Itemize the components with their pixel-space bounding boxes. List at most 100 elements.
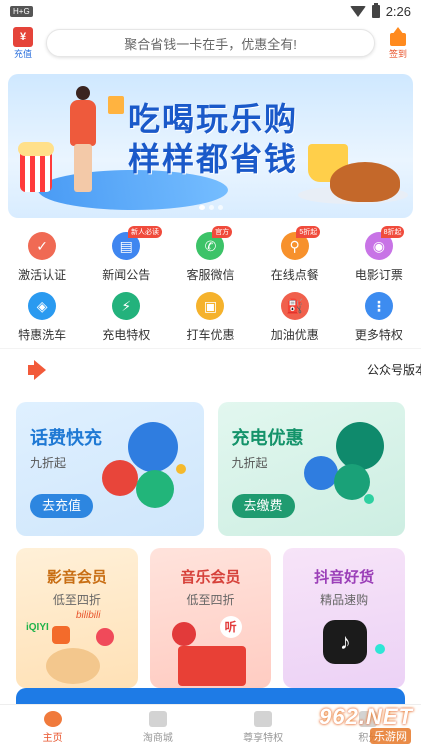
recharge-now-button[interactable]: 去充值 bbox=[30, 494, 94, 518]
mango-tv-icon bbox=[52, 626, 70, 644]
crown-icon bbox=[388, 26, 408, 47]
grid-item-label: 特惠洗车 bbox=[18, 328, 67, 342]
watermark-sub: 乐游网 bbox=[370, 728, 411, 744]
grid-item-label: 激活认证 bbox=[18, 268, 67, 282]
card-subtitle: 低至四折 bbox=[52, 593, 101, 607]
music-membership-card[interactable]: 音乐会员 低至四折 听 bbox=[149, 548, 272, 688]
kugou-icon: 听 bbox=[219, 616, 242, 638]
phone-recharge-card[interactable]: 话费快充 九折起 去充值 bbox=[16, 402, 204, 536]
video-membership-card[interactable]: 影音会员 低至四折 iQIYI bilibili bbox=[16, 548, 138, 688]
tab-label: 淘商城 bbox=[142, 733, 173, 744]
status-bar: H+G 2:26 bbox=[0, 0, 421, 22]
grid-item-label: 更多特权 bbox=[354, 328, 403, 342]
search-bar[interactable]: 聚合省钱一卡在手，优惠全有! bbox=[46, 29, 375, 57]
header: ¥ 充值 聚合省钱一卡在手，优惠全有! 签到 bbox=[0, 22, 421, 64]
roast-chicken-image bbox=[330, 162, 400, 202]
bilibili-logo-icon: bilibili bbox=[76, 610, 101, 621]
battery-icon bbox=[371, 2, 380, 18]
small-promo-cards: 影音会员 低至四折 iQIYI bilibili 音乐会员 低至四折 听 抖音好… bbox=[0, 536, 421, 688]
promo-banner[interactable]: 吃喝玩乐购 样样都省钱 bbox=[8, 74, 413, 218]
shop-icon bbox=[148, 711, 167, 727]
recharge-button[interactable]: ¥ 充值 bbox=[8, 26, 38, 60]
banner-person-image bbox=[66, 86, 98, 196]
shopping-bag-icon bbox=[108, 96, 124, 114]
grid-item-fuel[interactable]: ⛽ 加油优惠 bbox=[253, 288, 337, 348]
service-grid: ✓ 激活认证 ▤ 新闻公告 新人必读 ✆ 客服微信 官方 ⚲ 在线点餐 5折起 ◉ 电影订票 8折起 ◈ 特惠… bbox=[0, 226, 421, 348]
grid-item-badge: 官方 bbox=[212, 226, 233, 238]
decor-dot bbox=[176, 464, 186, 474]
douyin-logo-icon: ♪ bbox=[323, 620, 368, 664]
watermark-number: 962.NET bbox=[319, 704, 413, 729]
grid-logo-icon bbox=[333, 464, 370, 500]
gift-box-image bbox=[177, 646, 246, 686]
status-indicator: H+G bbox=[10, 5, 33, 17]
grid-item-badge: 8折起 bbox=[380, 226, 405, 238]
power-logo-icon bbox=[303, 456, 338, 490]
charging-icon: ⚡ bbox=[112, 292, 141, 320]
mobile-logo-icon bbox=[136, 470, 174, 508]
grid-item-fork-knife[interactable]: ⚲ 在线点餐 5折起 bbox=[253, 226, 337, 288]
card-title: 音乐会员 bbox=[180, 569, 241, 586]
grid-item-label: 电影订票 bbox=[354, 268, 403, 282]
film-reel-icon bbox=[46, 648, 100, 684]
grid-item-film[interactable]: ◉ 电影订票 8折起 bbox=[337, 226, 421, 288]
popcorn-icon bbox=[18, 142, 54, 192]
card-title: 影音会员 bbox=[46, 569, 107, 586]
grid-item-label: 加油优惠 bbox=[270, 328, 319, 342]
card-subtitle: 低至四折 bbox=[186, 593, 235, 607]
status-time: 2:26 bbox=[385, 3, 411, 19]
state-grid-logo-icon bbox=[335, 422, 384, 470]
charging-discount-card[interactable]: 充电优惠 九折起 去缴费 bbox=[217, 402, 405, 536]
grid-item-charging[interactable]: ⚡ 充电特权 bbox=[84, 288, 168, 348]
banner-title-line2: 样样都省钱 bbox=[128, 141, 299, 177]
iqiyi-logo-icon: iQIYI bbox=[26, 622, 49, 633]
grid-item-wechat[interactable]: ✆ 客服微信 官方 bbox=[168, 226, 252, 288]
grid-item-more-grid[interactable]: ⋮ 更多特权 bbox=[337, 288, 421, 348]
card-subtitle: 精品速购 bbox=[320, 593, 369, 607]
grid-item-badge: 新人必读 bbox=[127, 226, 162, 238]
banner-dot[interactable] bbox=[198, 205, 205, 210]
decor-dot bbox=[375, 644, 386, 654]
recharge-icon: ¥ bbox=[13, 26, 33, 47]
car-wash-icon: ◈ bbox=[28, 292, 57, 320]
banner-dot[interactable] bbox=[208, 205, 214, 210]
unicom-logo-icon bbox=[102, 460, 138, 496]
home-icon bbox=[43, 711, 62, 727]
tab-home[interactable]: 主页 bbox=[0, 705, 105, 750]
search-text: 聚合省钱一卡在手，优惠全有! bbox=[124, 36, 297, 52]
telecom-logo-icon bbox=[128, 422, 178, 472]
notice-bar[interactable]: 公众号版本 bbox=[0, 348, 421, 390]
watermark-logo: 962.NET 乐游网 bbox=[277, 704, 417, 744]
youku-icon bbox=[96, 628, 114, 646]
douyin-goods-card[interactable]: 抖音好货 精品速购 ♪ bbox=[283, 548, 406, 688]
status-right: 2:26 bbox=[349, 2, 411, 19]
banner-pagination[interactable] bbox=[8, 205, 413, 210]
fuel-icon: ⛽ bbox=[280, 292, 309, 320]
checkin-button[interactable]: 签到 bbox=[383, 26, 413, 60]
big-promo-cards: 话费快充 九折起 去充值 充电优惠 九折起 去缴费 bbox=[0, 390, 421, 536]
card-title: 抖音好货 bbox=[314, 569, 375, 586]
more-grid-icon: ⋮ bbox=[364, 292, 393, 320]
tab-taobao-mall[interactable]: 淘商城 bbox=[105, 705, 210, 750]
netease-music-icon bbox=[171, 622, 196, 646]
grid-item-label: 新闻公告 bbox=[102, 268, 151, 282]
taxi-icon: ▣ bbox=[196, 292, 225, 320]
banner-dot[interactable] bbox=[217, 205, 223, 210]
checkin-label: 签到 bbox=[388, 48, 407, 59]
grid-item-car-wash[interactable]: ◈ 特惠洗车 bbox=[0, 288, 84, 348]
tab-label: 主页 bbox=[42, 733, 63, 744]
pay-now-button[interactable]: 去缴费 bbox=[231, 494, 295, 518]
recharge-label: 充值 bbox=[13, 48, 32, 59]
grid-item-label: 客服微信 bbox=[186, 268, 235, 282]
grid-item-news[interactable]: ▤ 新闻公告 新人必读 bbox=[84, 226, 168, 288]
grid-item-check[interactable]: ✓ 激活认证 bbox=[0, 228, 84, 288]
gift-icon bbox=[254, 711, 273, 727]
check-icon: ✓ bbox=[28, 232, 57, 260]
grid-item-label: 充电特权 bbox=[102, 328, 151, 342]
notice-text: 公众号版本 bbox=[367, 363, 421, 377]
decor-dot bbox=[363, 494, 374, 504]
megaphone-icon bbox=[26, 359, 48, 380]
app-screen: H+G 2:26 ¥ 充值 聚合省钱一卡在手，优惠全有! 签到 吃喝玩乐购 样样… bbox=[0, 0, 421, 750]
grid-item-taxi[interactable]: ▣ 打车优惠 bbox=[168, 288, 252, 348]
grid-item-label: 打车优惠 bbox=[186, 328, 235, 342]
